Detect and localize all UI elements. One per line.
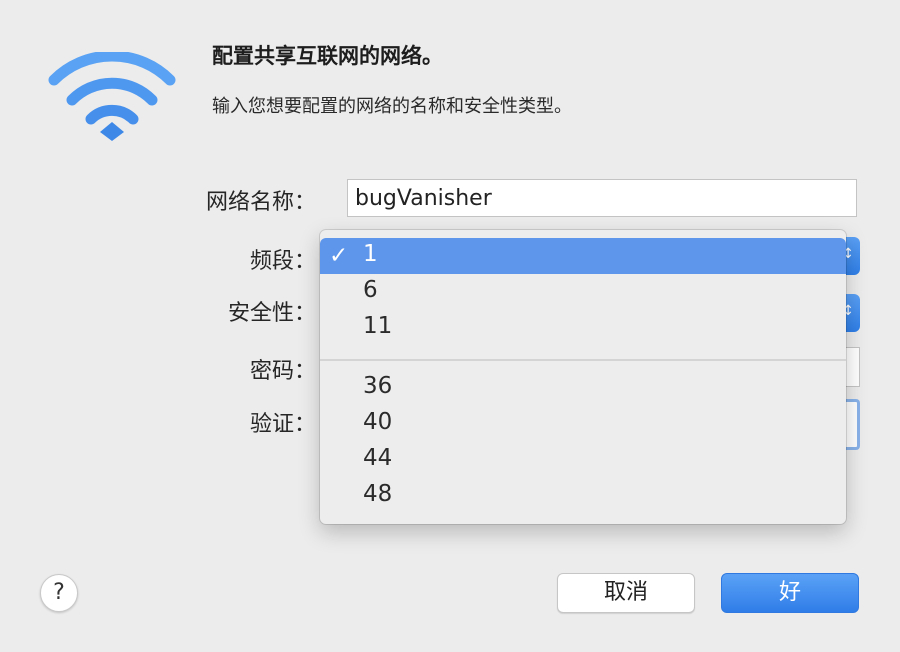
security-label: 安全性： (227, 301, 316, 326)
menu-item-channel-44[interactable]: 44 (320, 442, 846, 478)
menu-item-channel-6[interactable]: 6 (320, 274, 846, 310)
help-button[interactable]: ? (40, 574, 78, 612)
menu-item-label: 11 (363, 313, 393, 339)
password-label: 密码： (249, 359, 316, 384)
menu-item-channel-11[interactable]: 11 (320, 310, 846, 346)
wifi-icon (48, 52, 176, 141)
checkmark-icon: ✓ (329, 243, 349, 269)
dialog-title: 配置共享互联网的网络。 (212, 44, 443, 68)
menu-item-channel-48[interactable]: 48 (320, 478, 846, 514)
menu-item-label: 6 (363, 277, 378, 303)
menu-item-channel-40[interactable]: 40 (320, 406, 846, 442)
cancel-button[interactable]: 取消 (557, 573, 695, 613)
verify-label: 验证： (249, 412, 316, 437)
menu-separator (320, 359, 846, 361)
channel-dropdown-menu: ✓ 1 6 11 36 40 44 48 (320, 230, 846, 524)
network-name-input[interactable] (347, 179, 857, 217)
menu-item-label: 44 (363, 445, 393, 471)
dialog-subtitle: 输入您想要配置的网络的名称和安全性类型。 (212, 96, 572, 117)
menu-item-label: 40 (363, 409, 393, 435)
network-name-label: 网络名称： (205, 190, 316, 215)
menu-item-channel-36[interactable]: 36 (320, 370, 846, 406)
channel-label: 频段： (249, 249, 316, 274)
ok-button[interactable]: 好 (721, 573, 859, 613)
menu-item-channel-1[interactable]: ✓ 1 (320, 238, 846, 274)
menu-item-label: 36 (363, 373, 393, 399)
menu-item-label: 1 (363, 241, 378, 267)
menu-item-label: 48 (363, 481, 393, 507)
